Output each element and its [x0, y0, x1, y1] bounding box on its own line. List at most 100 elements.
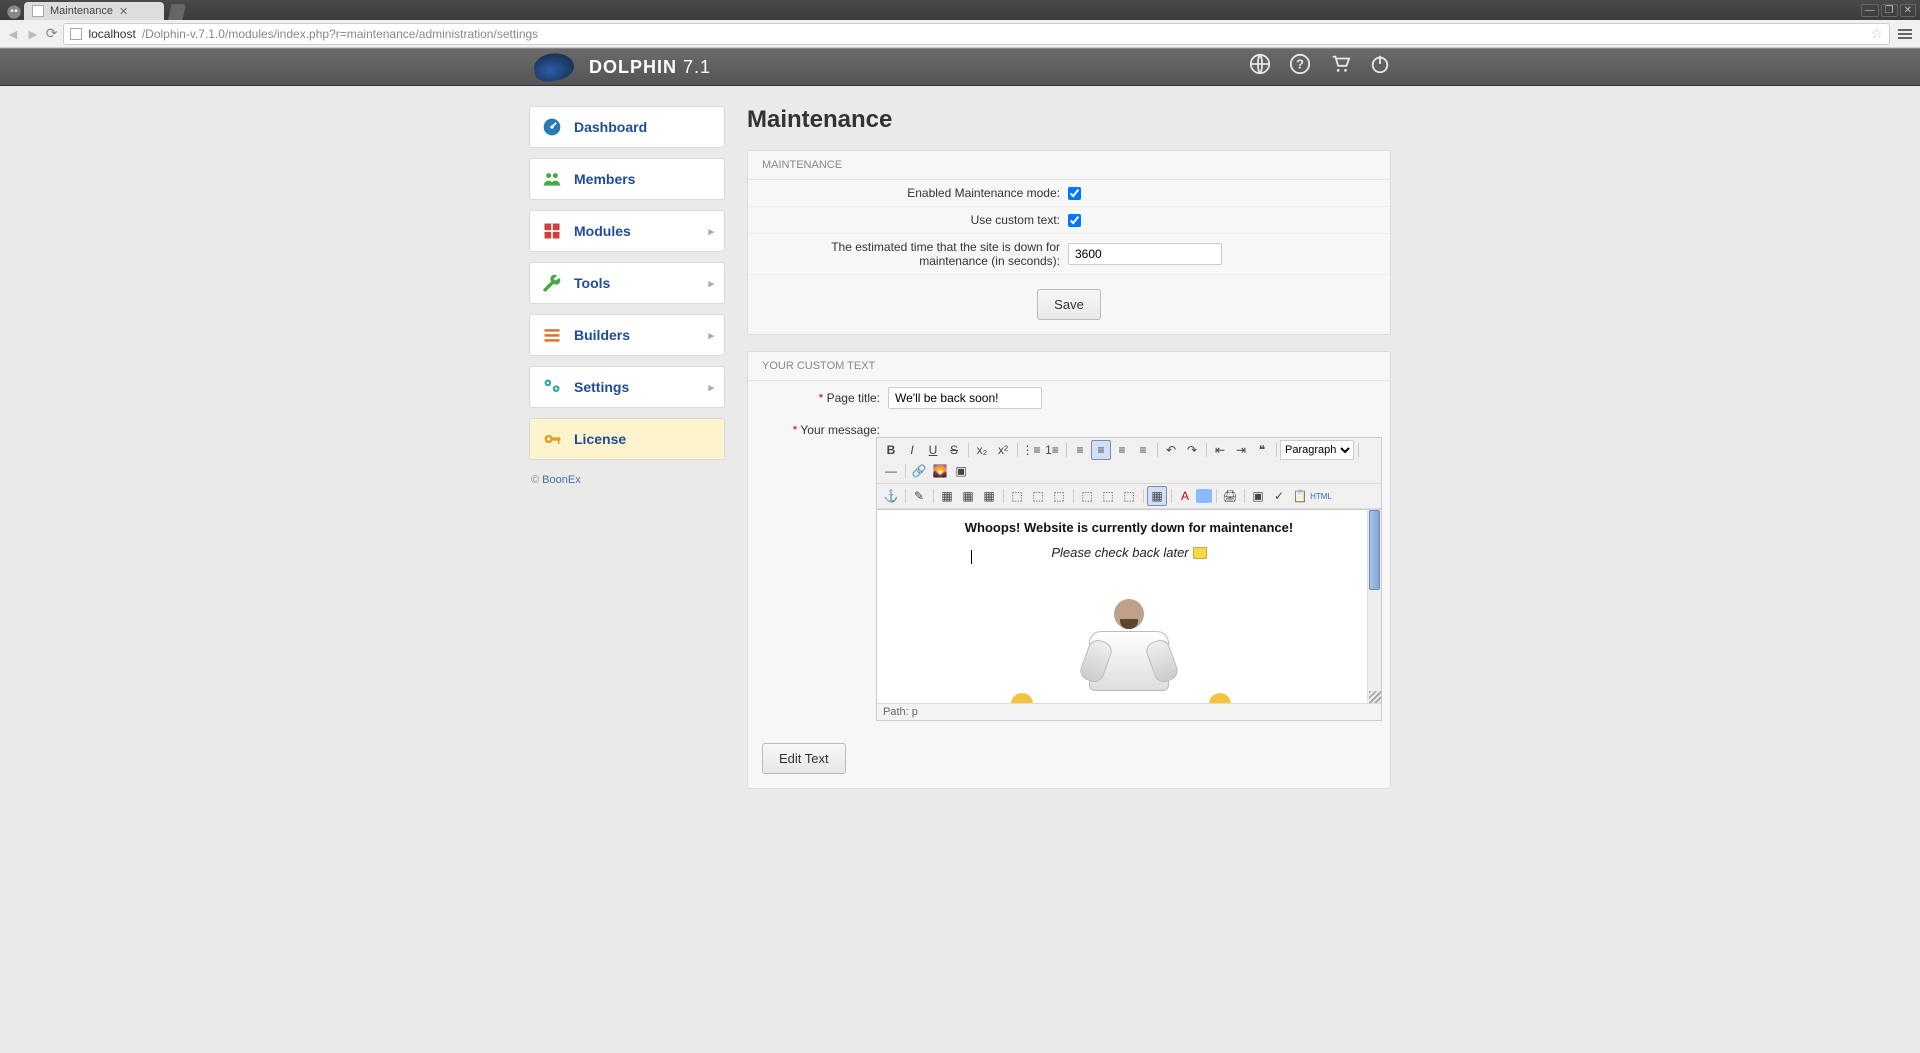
copyright: © BoonEx — [529, 470, 725, 490]
sidebar-item-settings[interactable]: Settings ▸ — [530, 367, 724, 407]
align-center-icon[interactable]: ≡ — [1091, 440, 1111, 460]
separator — [902, 486, 908, 506]
use-custom-text-label: Use custom text: — [760, 213, 1060, 227]
sidebar-item-license[interactable]: License — [530, 419, 724, 459]
dashboard-icon — [542, 117, 562, 137]
separator — [1213, 486, 1219, 506]
html-icon[interactable]: HTML — [1311, 486, 1331, 506]
italic-icon[interactable]: I — [902, 440, 922, 460]
sidebar-item-label: Modules — [574, 223, 631, 239]
align-left-icon[interactable]: ≡ — [1070, 440, 1090, 460]
editor-heading: Whoops! Website is currently down for ma… — [897, 520, 1361, 535]
anchor-icon[interactable]: ⚓ — [881, 486, 901, 506]
align-right-icon[interactable]: ≡ — [1112, 440, 1132, 460]
chevron-right-icon: ▸ — [708, 277, 714, 290]
sidebar-item-label: Settings — [574, 379, 629, 395]
emoji-icon — [1011, 693, 1033, 703]
sidebar-item-members[interactable]: Members — [530, 159, 724, 199]
format-select[interactable]: Paragraph — [1280, 440, 1354, 460]
table-col-icon[interactable]: ▦ — [979, 486, 999, 506]
editor-body[interactable]: Whoops! Website is currently down for ma… — [877, 509, 1381, 703]
use-custom-text-checkbox[interactable] — [1068, 214, 1081, 227]
save-button[interactable]: Save — [1037, 289, 1101, 320]
help-icon[interactable]: ? — [1289, 53, 1311, 81]
row-before-icon[interactable]: ⬚ — [1007, 486, 1027, 506]
col-delete-icon[interactable]: ⬚ — [1119, 486, 1139, 506]
maintenance-panel: MAINTENANCE Enabled Maintenance mode: Us… — [747, 150, 1391, 335]
panel-header: MAINTENANCE — [748, 151, 1390, 180]
sidebar-item-dashboard[interactable]: Dashboard — [530, 107, 724, 147]
close-window-button[interactable]: ✕ — [1900, 4, 1916, 17]
table-insert-icon[interactable]: ▦ — [937, 486, 957, 506]
indent-icon[interactable]: ⇥ — [1231, 440, 1251, 460]
url-bar[interactable]: localhost/Dolphin-v.7.1.0/modules/index.… — [63, 23, 1890, 45]
bookmark-icon[interactable]: ☆ — [1870, 25, 1883, 42]
sidebar: Dashboard Members Modules ▸ Tools ▸ Buil… — [529, 106, 725, 805]
edit-icon[interactable]: ✎ — [909, 486, 929, 506]
row-delete-icon[interactable]: ⬚ — [1049, 486, 1069, 506]
app-header: DOLPHIN 7.1 ? — [0, 48, 1920, 86]
print-icon[interactable]: 🖨 — [1220, 486, 1240, 506]
note-emoji-icon — [1193, 547, 1207, 559]
align-justify-icon[interactable]: ≡ — [1133, 440, 1153, 460]
image-icon[interactable]: 🌄 — [930, 461, 950, 481]
outdent-icon[interactable]: ⇤ — [1210, 440, 1230, 460]
underline-icon[interactable]: U — [923, 440, 943, 460]
os-titlebar: Maintenance ✕ — ❐ ✕ — [0, 0, 1920, 20]
bold-icon[interactable]: B — [881, 440, 901, 460]
browser-menu-button[interactable] — [1896, 29, 1914, 39]
forward-button[interactable]: ► — [26, 26, 40, 42]
blockquote-icon[interactable]: ❝ — [1252, 440, 1272, 460]
sidebar-item-builders[interactable]: Builders ▸ — [530, 315, 724, 355]
new-tab-button[interactable] — [168, 4, 186, 20]
bg-color-icon[interactable] — [1196, 489, 1212, 503]
media-icon[interactable]: ▣ — [951, 461, 971, 481]
editor-scrollbar[interactable] — [1367, 510, 1381, 703]
svg-text:?: ? — [1296, 57, 1304, 72]
copyright-link[interactable]: BoonEx — [542, 474, 581, 486]
time-input[interactable] — [1068, 243, 1222, 265]
fullscreen-icon[interactable]: ▣ — [1248, 486, 1268, 506]
browser-tab[interactable]: Maintenance ✕ — [24, 2, 164, 20]
col-after-icon[interactable]: ⬚ — [1098, 486, 1118, 506]
sidebar-item-label: Members — [574, 171, 635, 187]
paste-icon[interactable]: 📋 — [1290, 486, 1310, 506]
undo-icon[interactable]: ↶ — [1161, 440, 1181, 460]
brand-area[interactable]: DOLPHIN 7.1 — [529, 50, 711, 84]
minimize-button[interactable]: — — [1861, 4, 1879, 17]
maximize-button[interactable]: ❐ — [1881, 4, 1898, 17]
subscript-icon[interactable]: x₂ — [972, 440, 992, 460]
members-icon — [542, 169, 562, 189]
cart-icon[interactable] — [1329, 53, 1351, 81]
back-button[interactable]: ◄ — [6, 26, 20, 42]
app-icon — [4, 4, 24, 20]
reload-button[interactable]: ⟳ — [46, 25, 58, 42]
bullet-list-icon[interactable]: ⋮≡ — [1021, 440, 1041, 460]
number-list-icon[interactable]: 1≡ — [1042, 440, 1062, 460]
table-props-icon[interactable]: ▦ — [1147, 486, 1167, 506]
sidebar-item-modules[interactable]: Modules ▸ — [530, 211, 724, 251]
separator — [1014, 440, 1020, 460]
redo-icon[interactable]: ↷ — [1182, 440, 1202, 460]
tab-close-icon[interactable]: ✕ — [119, 5, 128, 18]
globe-icon[interactable] — [1249, 53, 1271, 81]
enabled-checkbox[interactable] — [1068, 187, 1081, 200]
link-icon[interactable]: 🔗 — [909, 461, 929, 481]
superscript-icon[interactable]: x² — [993, 440, 1013, 460]
table-row-icon[interactable]: ▦ — [958, 486, 978, 506]
col-before-icon[interactable]: ⬚ — [1077, 486, 1097, 506]
resize-handle[interactable] — [1369, 691, 1381, 703]
sidebar-item-tools[interactable]: Tools ▸ — [530, 263, 724, 303]
text-color-icon[interactable]: A — [1175, 486, 1195, 506]
row-after-icon[interactable]: ⬚ — [1028, 486, 1048, 506]
hr-icon[interactable]: — — [881, 461, 901, 481]
strikethrough-icon[interactable]: S — [944, 440, 964, 460]
clean-icon[interactable]: ✓ — [1269, 486, 1289, 506]
edit-text-button[interactable]: Edit Text — [762, 743, 846, 774]
page-title-input[interactable] — [888, 387, 1042, 409]
separator — [1140, 486, 1146, 506]
text-caret — [971, 550, 972, 564]
editor-toolbar-row-2: ⚓ ✎ ▦ ▦ ▦ ⬚ ⬚ ⬚ ⬚ ⬚ ⬚ ▦ — [877, 484, 1381, 509]
power-icon[interactable] — [1369, 53, 1391, 81]
brand-text: DOLPHIN 7.1 — [589, 57, 711, 78]
